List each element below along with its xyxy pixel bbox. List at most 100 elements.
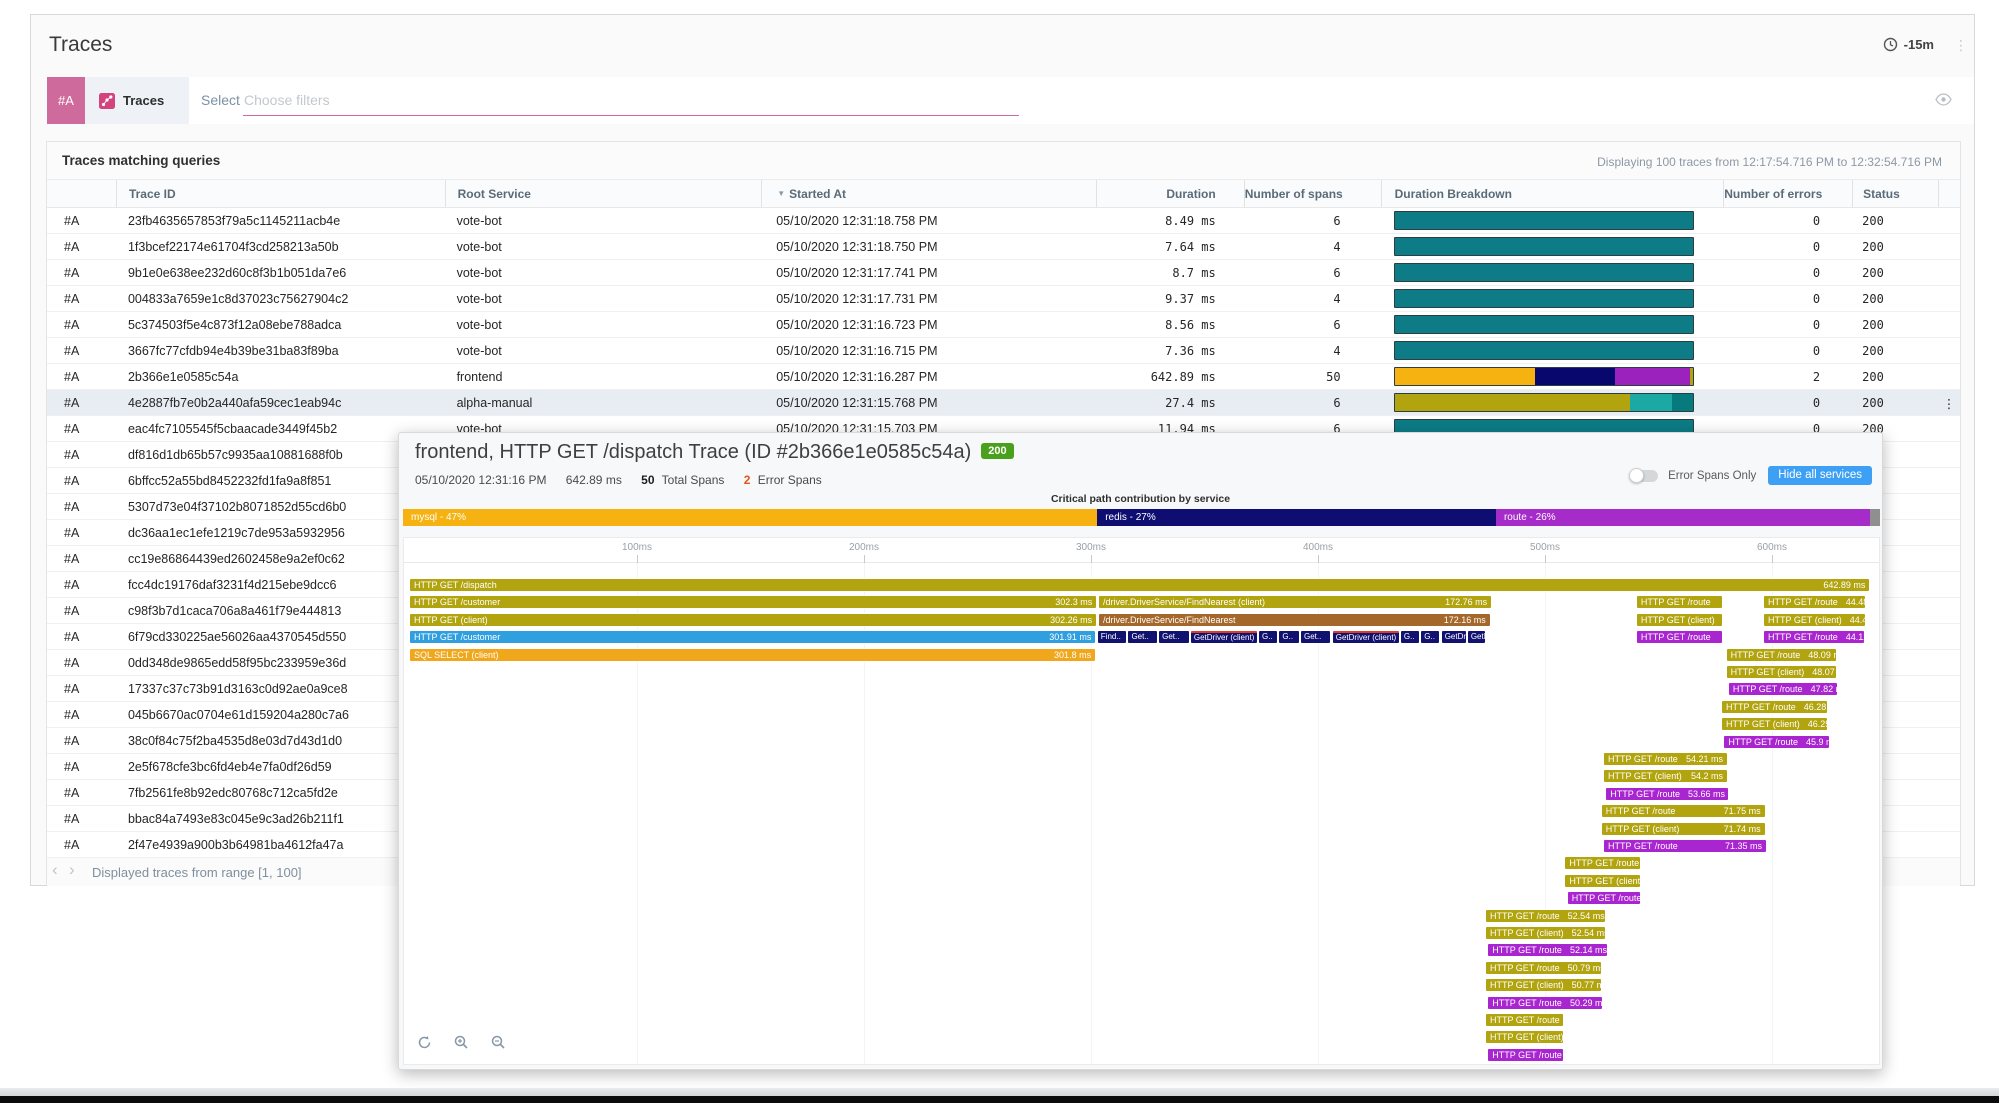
span-duration-label: 46.25 ms xyxy=(1808,718,1827,730)
span-bar[interactable]: HTTP GET /customer301.91 ms xyxy=(410,631,1095,643)
span-bar[interactable]: HTTP GET (client)50.77 ms xyxy=(1486,979,1601,991)
span-bar[interactable]: HTTP GET (client) xyxy=(1565,875,1640,887)
span-label: HTTP GET /route xyxy=(1768,631,1838,643)
error-spans-value: 2 xyxy=(744,473,751,487)
table-row[interactable]: #A9b1e0e638ee232d60c8f3b1b051da7e6vote-b… xyxy=(47,260,1960,286)
horizontal-scrollbar[interactable] xyxy=(0,1088,1999,1096)
table-row[interactable]: #A3667fc77cfdb94e4b39be31ba83f89bavote-b… xyxy=(47,338,1960,364)
span-bar[interactable]: HTTP GET /dispatch642.89 ms xyxy=(410,579,1869,591)
span-bar[interactable]: HTTP GET /route xyxy=(1568,892,1641,904)
span-bar[interactable]: HTTP GET /route xyxy=(1637,631,1722,643)
row-query-badge: #A xyxy=(47,598,116,623)
spans-count-cell: 6 xyxy=(1244,260,1381,285)
page-prev-button[interactable]: ‹ xyxy=(52,860,58,880)
column-header-number-of-errors: Number of errors xyxy=(1723,180,1852,207)
table-row[interactable]: #A4e2887fb7e0b2a440afa59cec1eab94calpha-… xyxy=(47,390,1960,416)
span-bar[interactable]: G.. xyxy=(1259,631,1277,643)
filter-input[interactable]: Choose filters xyxy=(244,92,1014,108)
span-bar[interactable]: HTTP GET (client)54.2 ms xyxy=(1604,770,1727,782)
duration-cell: 8.7 ms xyxy=(1096,260,1244,285)
row-query-badge: #A xyxy=(47,806,116,831)
span-bar[interactable]: HTTP GET /route71.75 ms xyxy=(1602,805,1765,817)
span-bar[interactable]: Get.. xyxy=(1159,631,1189,643)
row-menu-icon xyxy=(1938,572,1960,597)
span-duration-label: 46.28 ms xyxy=(1804,701,1827,713)
critical-path-segment[interactable] xyxy=(1870,509,1880,526)
span-label: HTTP GET /route xyxy=(1492,1049,1562,1061)
column-header-trace-id: Trace ID xyxy=(116,180,445,207)
table-row[interactable]: #A004833a7659e1c8d37023c75627904c2vote-b… xyxy=(47,286,1960,312)
eye-icon[interactable] xyxy=(1935,93,1952,111)
row-menu-icon xyxy=(1938,494,1960,519)
more-options-icon[interactable]: ⋮ xyxy=(1954,37,1968,54)
table-row[interactable]: #A2b366e1e0585c54afrontend05/10/2020 12:… xyxy=(47,364,1960,390)
span-bar[interactable]: HTTP GET /route45.9 ms xyxy=(1724,736,1828,748)
column-header-started-at[interactable]: ▼Started At xyxy=(761,180,1096,207)
table-row[interactable]: #A23fb4635657853f79a5c1145211acb4evote-b… xyxy=(47,208,1960,234)
span-bar[interactable]: HTTP GET /route xyxy=(1637,596,1722,608)
tab-traces[interactable]: Traces xyxy=(85,77,189,124)
row-query-badge: #A xyxy=(47,780,116,805)
zoom-out-icon[interactable] xyxy=(491,1035,506,1055)
duration-breakdown-cell xyxy=(1381,286,1724,311)
critical-path-segment[interactable]: route - 26% xyxy=(1496,509,1870,526)
span-bar[interactable]: HTTP GET /route47.82 ms xyxy=(1729,683,1838,695)
span-bar[interactable]: HTTP GET (client) xyxy=(1486,1031,1563,1043)
zoom-in-icon[interactable] xyxy=(454,1035,469,1055)
span-bar[interactable]: HTTP GET /route44.48 ms xyxy=(1764,596,1865,608)
span-bar[interactable]: GetDriver (client) xyxy=(1333,631,1399,643)
span-bar[interactable]: HTTP GET /customer302.3 ms xyxy=(410,596,1096,608)
span-bar[interactable]: HTTP GET (client)71.74 ms xyxy=(1602,823,1765,835)
span-bar[interactable]: G.. xyxy=(1401,631,1419,643)
span-bar[interactable]: HTTP GET /route71.35 ms xyxy=(1604,840,1766,852)
hide-all-services-button[interactable]: Hide all services xyxy=(1768,466,1872,485)
span-bar[interactable]: HTTP GET (client)48.07 ms xyxy=(1727,666,1836,678)
span-bar[interactable]: HTTP GET /route xyxy=(1486,1014,1563,1026)
span-bar[interactable]: /driver.DriverService/FindNearest172.16 … xyxy=(1099,614,1490,626)
span-bar[interactable]: HTTP GET /route54.21 ms xyxy=(1604,753,1727,765)
table-row[interactable]: #A5c374503f5e4c873f12a08ebe788adcavote-b… xyxy=(47,312,1960,338)
span-bar[interactable]: Get.. xyxy=(1301,631,1331,643)
time-range-selector[interactable]: -15m xyxy=(1883,37,1934,52)
span-bar[interactable]: Get.. xyxy=(1128,631,1156,643)
span-bar[interactable]: HTTP GET (client)52.54 ms xyxy=(1486,927,1605,939)
span-bar[interactable]: HTTP GET /route48.09 ms xyxy=(1727,649,1836,661)
span-bar[interactable]: HTTP GET (client)302.26 ms xyxy=(410,614,1096,626)
error-spans-toggle[interactable] xyxy=(1630,470,1658,482)
span-bar[interactable]: GetDri.. xyxy=(1442,631,1466,643)
span-bar[interactable]: HTTP GET /route50.29 ms xyxy=(1488,997,1602,1009)
span-bar[interactable]: HTTP GET /route52.14 ms xyxy=(1488,944,1606,956)
table-row[interactable]: #A1f3bcef22174e61704f3cd258213a50bvote-b… xyxy=(47,234,1960,260)
span-bar[interactable]: HTTP GET /route52.54 ms xyxy=(1486,910,1605,922)
span-bar[interactable]: SQL SELECT (client)301.8 ms xyxy=(410,649,1095,661)
span-bar[interactable]: GetD.. xyxy=(1468,631,1485,643)
critical-path-segment[interactable]: mysql - 47% xyxy=(403,509,1097,526)
span-bar[interactable]: HTTP GET (client)44.47 ms xyxy=(1764,614,1865,626)
row-menu-icon xyxy=(1938,702,1960,727)
span-bar[interactable]: HTTP GET /route44.12 ms xyxy=(1764,631,1864,643)
span-bar[interactable]: HTTP GET /route53.66 ms xyxy=(1606,788,1728,800)
row-menu-icon xyxy=(1938,416,1960,441)
reset-zoom-icon[interactable] xyxy=(417,1035,432,1055)
span-label: HTTP GET /route xyxy=(1610,788,1680,800)
span-bar[interactable]: G.. xyxy=(1279,631,1298,643)
page-next-button[interactable]: › xyxy=(69,860,75,880)
trace-id-cell: 1f3bcef22174e61704f3cd258213a50b xyxy=(116,234,445,259)
span-label: G.. xyxy=(1282,631,1293,643)
span-bar[interactable]: G.. xyxy=(1421,631,1439,643)
span-bar[interactable]: GetDriver (client) xyxy=(1191,631,1257,643)
span-bar[interactable]: HTTP GET /route50.79 ms xyxy=(1486,962,1601,974)
span-label: HTTP GET /route xyxy=(1733,683,1803,695)
span-bar[interactable]: HTTP GET (client)46.25 ms xyxy=(1722,718,1827,730)
critical-path-segment[interactable]: redis - 27% xyxy=(1097,509,1496,526)
span-bar[interactable]: /driver.DriverService/FindNearest (clien… xyxy=(1099,596,1491,608)
trace-title: frontend, HTTP GET /dispatch Trace (ID #… xyxy=(415,441,1014,464)
span-bar[interactable]: HTTP GET /route xyxy=(1488,1049,1563,1061)
span-bar[interactable]: HTTP GET /route xyxy=(1565,857,1640,869)
span-bar[interactable]: HTTP GET (client) xyxy=(1637,614,1722,626)
span-bar[interactable]: HTTP GET /route46.28 ms xyxy=(1722,701,1827,713)
span-label: /driver.DriverService/FindNearest xyxy=(1103,614,1236,626)
traces-tab-icon xyxy=(99,93,115,109)
row-menu-icon[interactable]: ⋮ xyxy=(1938,390,1960,415)
span-bar[interactable]: Find.. xyxy=(1098,631,1126,643)
